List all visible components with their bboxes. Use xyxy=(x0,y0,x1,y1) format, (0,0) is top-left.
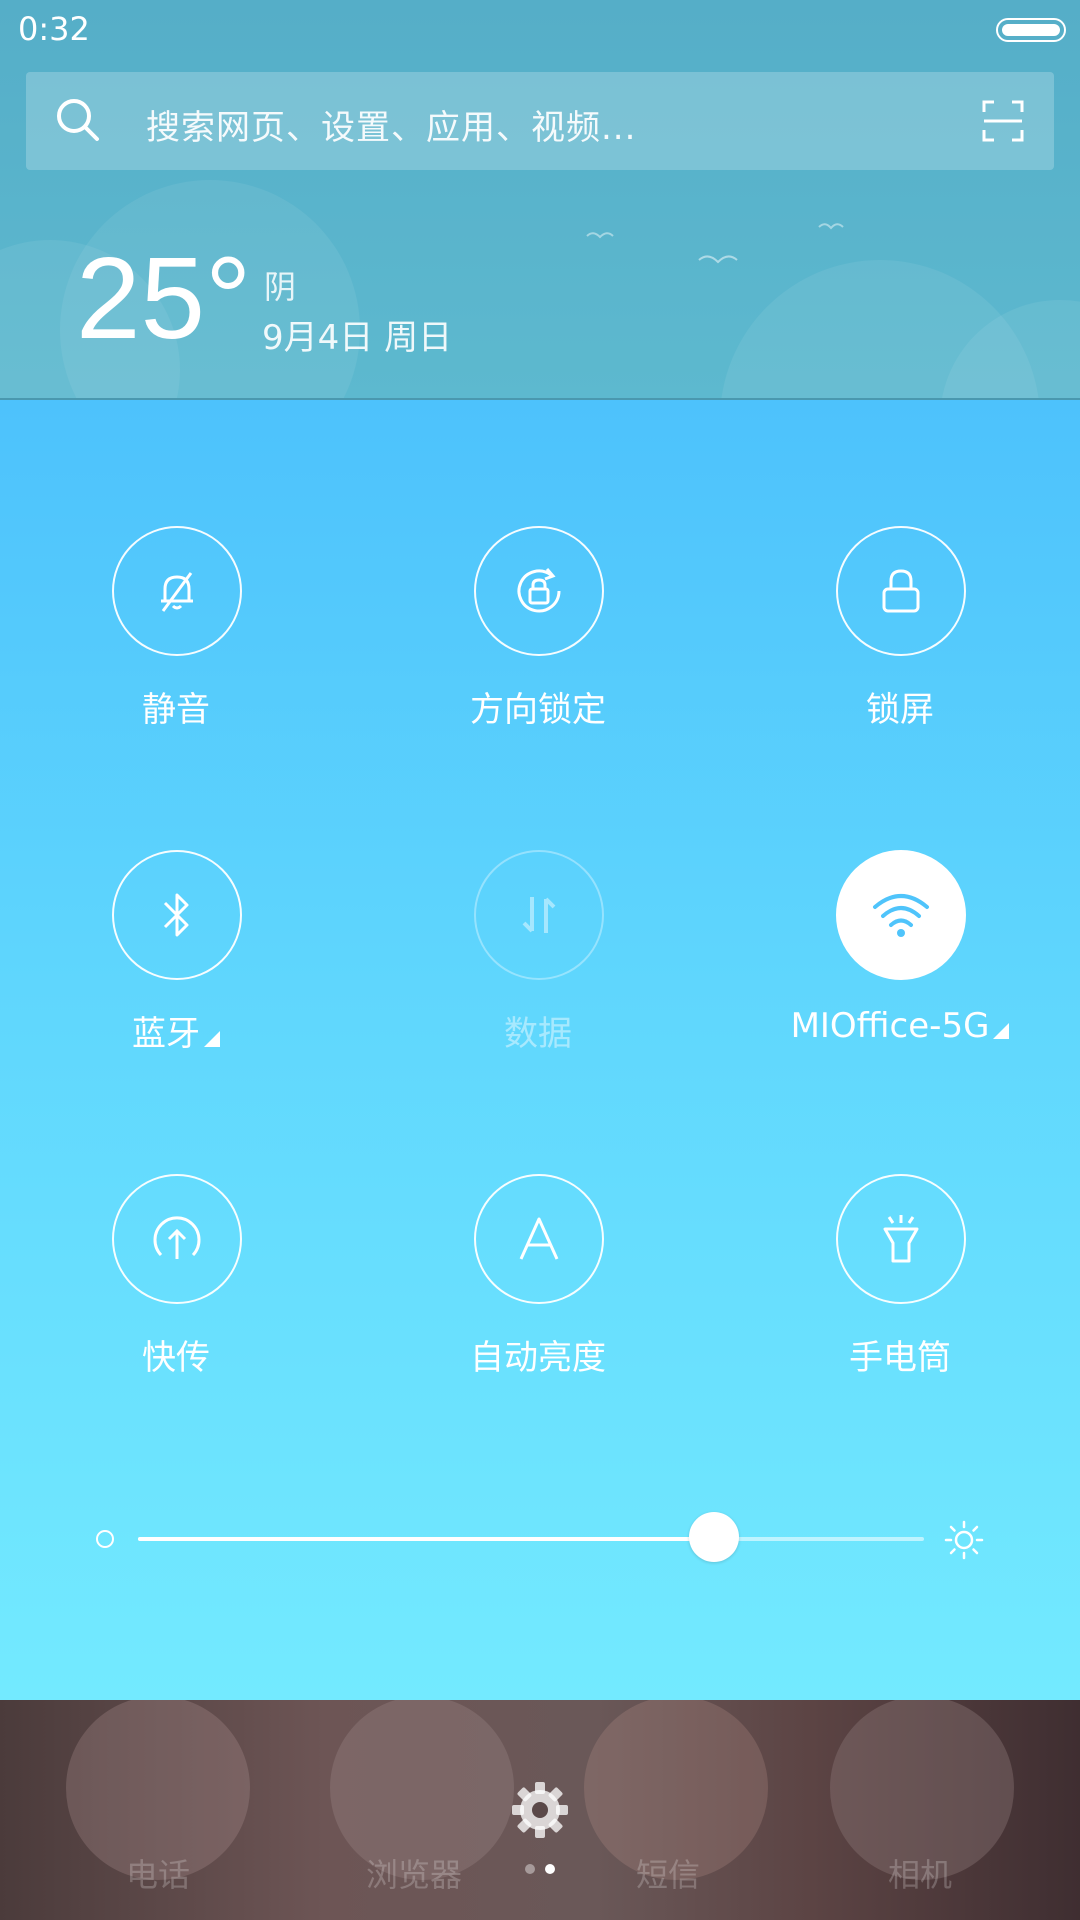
brightness-fill xyxy=(138,1537,715,1541)
dock-app-phone[interactable]: 电话 xyxy=(58,1850,258,1896)
brightness-low-icon xyxy=(96,1530,114,1548)
search-bar[interactable]: 搜索网页、设置、应用、视频... xyxy=(26,72,1054,170)
toggle-label: 方向锁定 xyxy=(470,690,606,730)
weather-date: 9月4日 周日 xyxy=(262,318,453,358)
toggle-bluetooth[interactable]: 蓝牙 xyxy=(66,850,286,1070)
dock-app-browser[interactable]: 浏览器 xyxy=(314,1850,514,1896)
search-placeholder: 搜索网页、设置、应用、视频... xyxy=(146,108,637,148)
lock-screen-button[interactable] xyxy=(836,526,966,656)
toggle-label: 蓝牙 xyxy=(66,1006,286,1055)
toggle-label: 静音 xyxy=(142,690,210,730)
quick-settings-panel: 静音 方向锁定 锁屏 蓝牙 数据 MIOffice-5G 快传 自动亮度 手电筒 xyxy=(0,400,1080,1700)
toggle-quick-transfer[interactable]: 快传 xyxy=(66,1174,286,1394)
toggle-mobile-data[interactable]: 数据 xyxy=(428,850,648,1070)
toggle-label: 手电筒 xyxy=(849,1338,951,1378)
notification-header: 0:32 搜索网页、设置、应用、视频... 25° 阴 9月4日 周日 xyxy=(0,0,1080,400)
toggle-label: 快传 xyxy=(142,1338,210,1378)
mobile-data-button[interactable] xyxy=(474,850,604,980)
scan-icon[interactable] xyxy=(982,100,1024,142)
auto-brightness-button[interactable] xyxy=(474,1174,604,1304)
silent-button[interactable] xyxy=(112,526,242,656)
wifi-button[interactable] xyxy=(836,850,966,980)
mobile-data-icon xyxy=(522,897,556,933)
bird-icon xyxy=(818,223,844,230)
bluetooth-button[interactable] xyxy=(112,850,242,980)
dock-app-camera[interactable]: 相机 xyxy=(820,1850,1020,1896)
status-time: 0:32 xyxy=(18,10,90,48)
flashlight-button[interactable] xyxy=(836,1174,966,1304)
flashlight-icon xyxy=(883,1215,919,1263)
toggle-flashlight[interactable]: 手电筒 xyxy=(790,1174,1010,1394)
lock-icon xyxy=(882,569,920,613)
toggle-silent[interactable]: 静音 xyxy=(66,526,286,746)
rotation-lock-button[interactable] xyxy=(474,526,604,656)
toggle-label: 数据 xyxy=(504,1014,572,1054)
brightness-thumb[interactable] xyxy=(689,1512,740,1562)
bird-icon xyxy=(586,232,614,239)
gear-icon[interactable] xyxy=(508,1778,572,1842)
search-icon xyxy=(57,99,99,141)
toggle-label: 锁屏 xyxy=(866,690,934,730)
toggle-lock-screen[interactable]: 锁屏 xyxy=(790,526,1010,746)
quick-transfer-icon xyxy=(153,1216,201,1259)
toggle-label: 自动亮度 xyxy=(470,1338,606,1378)
more-arrow-icon[interactable] xyxy=(204,1031,220,1047)
page-indicator-dot xyxy=(525,1864,535,1874)
brightness-high-icon xyxy=(944,1520,984,1560)
more-arrow-icon[interactable] xyxy=(993,1023,1010,1039)
bird-icon xyxy=(698,255,738,264)
quick-transfer-button[interactable] xyxy=(112,1174,242,1304)
bluetooth-icon xyxy=(163,893,189,937)
toggle-auto-brightness[interactable]: 自动亮度 xyxy=(428,1174,648,1394)
weather-condition: 阴 xyxy=(264,268,297,306)
auto-brightness-icon xyxy=(519,1217,559,1260)
toggle-rotation-lock[interactable]: 方向锁定 xyxy=(428,526,648,746)
brightness-slider[interactable] xyxy=(0,1510,1080,1570)
wifi-icon xyxy=(873,894,929,937)
rotation-lock-icon xyxy=(517,568,561,613)
battery-icon xyxy=(996,18,1066,42)
bell-off-icon xyxy=(161,572,193,612)
dock-app-messages[interactable]: 短信 xyxy=(568,1850,768,1896)
toggle-wifi[interactable]: MIOffice-5G xyxy=(790,850,1010,1070)
temperature: 25° xyxy=(76,233,252,363)
brightness-track[interactable] xyxy=(138,1537,924,1541)
toggle-label-text: 蓝牙 xyxy=(132,1014,200,1054)
toggle-label: MIOffice-5G xyxy=(790,1006,1010,1046)
page-indicator-dot-active xyxy=(545,1864,555,1874)
toggle-label-text: MIOffice-5G xyxy=(790,1006,990,1046)
